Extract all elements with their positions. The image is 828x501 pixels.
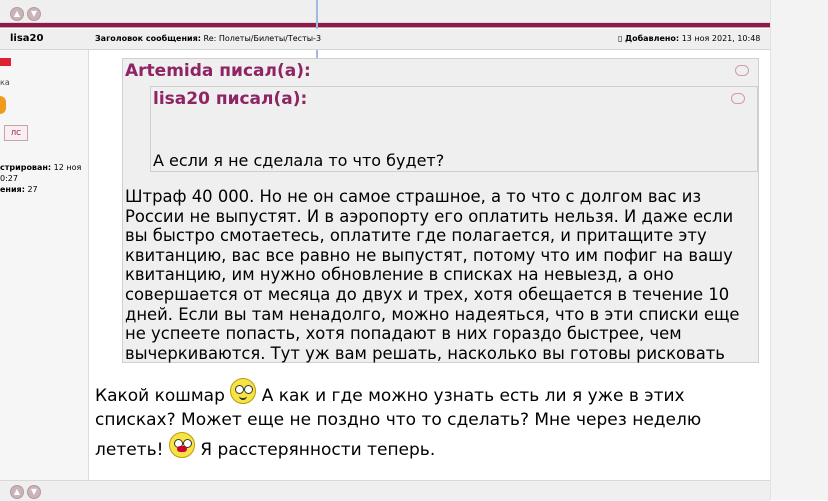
messages-line: ения: 27 xyxy=(0,185,38,194)
registered-line: стрирован: 12 ноя xyxy=(0,163,81,172)
quote-outer-text: Штраф 40 000. Но не он самое страшное, а… xyxy=(125,187,740,363)
post-header: lisa20 Заголовок сообщения: Re: Полеты/Б… xyxy=(0,29,770,50)
rank-text: ка xyxy=(0,78,10,87)
quote-outer: Artemida писал(а): lisa20 писал(а): А ес… xyxy=(122,58,759,363)
post-icon[interactable]: ▯ xyxy=(618,34,622,43)
quote-outer-header: Artemida писал(а): xyxy=(125,61,311,81)
scroll-down-icon[interactable]: ▼ xyxy=(27,485,41,499)
shocked-smiley-icon xyxy=(230,378,257,404)
messages-value: 27 xyxy=(27,185,38,194)
quote-inner-header: lisa20 писал(а): xyxy=(153,89,308,109)
registered-label: стрирован: xyxy=(0,163,52,172)
reply-text-1: Какой кошмар xyxy=(95,386,225,406)
quote-reply-icon[interactable] xyxy=(735,65,749,76)
bottom-toolbar: ▲ ▼ xyxy=(0,480,770,501)
scroll-up-icon[interactable]: ▲ xyxy=(10,7,24,21)
subject-label: Заголовок сообщения: xyxy=(95,34,201,43)
post-body: Какой кошмар А как и где можно узнать ес… xyxy=(95,378,745,462)
rank-badge-icon xyxy=(0,58,11,66)
quote-inner-text: А если я не сделала то что будет? xyxy=(153,151,445,170)
post-separator-light xyxy=(0,27,770,28)
quote-reply-icon[interactable] xyxy=(731,93,745,104)
registered-time: 0:27 xyxy=(0,174,18,183)
quote-inner: lisa20 писал(а): А если я не сделала то … xyxy=(150,86,758,172)
post-subject: Заголовок сообщения: Re: Полеты/Билеты/Т… xyxy=(95,34,321,43)
right-gutter xyxy=(770,0,828,500)
pm-button[interactable]: ЛС xyxy=(4,125,28,141)
crying-smiley-icon xyxy=(168,432,195,458)
added-value: 13 ноя 2021, 10:48 xyxy=(681,34,761,43)
post-date: ▯ Добавлено: 13 ноя 2021, 10:48 xyxy=(618,34,760,43)
top-toolbar: ▲ ▼ xyxy=(0,0,770,23)
reply-text-3: Я расстерянности теперь. xyxy=(200,440,436,460)
messages-label: ения: xyxy=(0,185,25,194)
registered-value: 12 ноя xyxy=(53,163,82,172)
scroll-up-icon[interactable]: ▲ xyxy=(10,485,24,499)
subject-value: Re: Полеты/Билеты/Тесты-3 xyxy=(203,34,322,43)
scroll-down-icon[interactable]: ▼ xyxy=(27,7,41,21)
added-label: Добавлено: xyxy=(624,34,680,43)
author-profile xyxy=(0,50,89,480)
post-author[interactable]: lisa20 xyxy=(10,33,43,44)
